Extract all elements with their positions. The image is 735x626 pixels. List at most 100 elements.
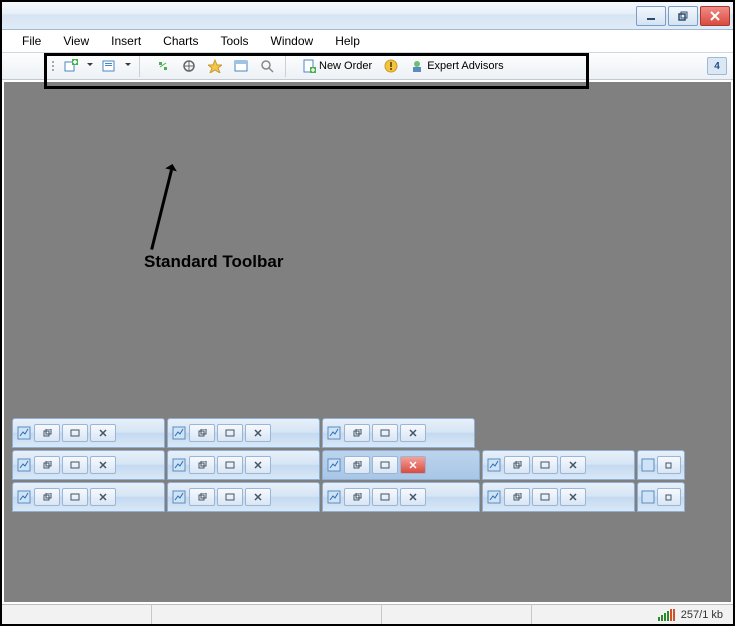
menu-tools[interactable]: Tools: [211, 31, 261, 51]
new-order-label: New Order: [319, 60, 372, 72]
market-watch-button[interactable]: [152, 55, 174, 77]
mdi-workspace: Standard Toolbar: [4, 82, 731, 602]
annotation-arrow: [150, 170, 173, 250]
chart-window[interactable]: [12, 450, 165, 480]
window-restore-icon[interactable]: [504, 488, 530, 506]
statusbar: 257/1 kb: [2, 604, 733, 624]
chart-icon: [171, 489, 187, 505]
profiles-dropdown[interactable]: [124, 63, 132, 69]
window-restore-icon[interactable]: [34, 456, 60, 474]
autotrading-button[interactable]: [380, 55, 402, 77]
chart-window[interactable]: [322, 418, 475, 448]
annotation-label: Standard Toolbar: [144, 252, 283, 272]
menu-file[interactable]: File: [12, 31, 53, 51]
window-close-icon[interactable]: [245, 488, 271, 506]
window-close-icon[interactable]: [560, 488, 586, 506]
chart-icon: [486, 489, 502, 505]
window-close-icon[interactable]: [90, 488, 116, 506]
chart-icon: [326, 457, 342, 473]
chart-window[interactable]: [167, 418, 320, 448]
new-chart-button[interactable]: [60, 55, 82, 77]
window-restore-icon[interactable]: [657, 456, 681, 474]
window-maximize-icon[interactable]: [217, 424, 243, 442]
window-restore-icon[interactable]: [189, 488, 215, 506]
expert-advisors-label: Expert Advisors: [427, 60, 503, 72]
chart-window[interactable]: [482, 450, 635, 480]
chart-icon: [486, 457, 502, 473]
window-close-icon[interactable]: [560, 456, 586, 474]
connection-bars-icon: [652, 609, 681, 621]
terminal-button[interactable]: [230, 55, 252, 77]
chart-window[interactable]: [167, 450, 320, 480]
window-close-icon[interactable]: [90, 456, 116, 474]
window-restore-icon[interactable]: [34, 488, 60, 506]
chart-window[interactable]: [482, 482, 635, 512]
chart-icon: [171, 457, 187, 473]
window-maximize-icon[interactable]: [62, 488, 88, 506]
window-maximize-icon[interactable]: [217, 488, 243, 506]
chart-window[interactable]: [12, 482, 165, 512]
notification-badge[interactable]: 4: [707, 57, 727, 75]
window-restore-icon[interactable]: [344, 424, 370, 442]
chart-icon: [171, 425, 187, 441]
chart-icon: [326, 425, 342, 441]
menu-view[interactable]: View: [53, 31, 101, 51]
chart-icon: [641, 457, 655, 473]
chart-window[interactable]: [167, 482, 320, 512]
window-restore-icon[interactable]: [34, 424, 60, 442]
window-restore-icon[interactable]: [344, 488, 370, 506]
status-cell: [152, 605, 382, 624]
data-window-button[interactable]: [178, 55, 200, 77]
chart-icon: [16, 425, 32, 441]
chart-icon: [16, 489, 32, 505]
chart-icon: [16, 457, 32, 473]
window-maximize-icon[interactable]: [372, 424, 398, 442]
window-maximize-icon[interactable]: [372, 456, 398, 474]
window-close-icon[interactable]: [90, 424, 116, 442]
chart-icon: [641, 489, 655, 505]
window-maximize-icon[interactable]: [62, 456, 88, 474]
window-restore-icon[interactable]: [504, 456, 530, 474]
window-close-icon[interactable]: [400, 424, 426, 442]
transfer-label: 257/1 kb: [681, 609, 733, 621]
window-restore-icon[interactable]: [657, 488, 681, 506]
window-close-icon[interactable]: [245, 456, 271, 474]
chart-window-partial[interactable]: [637, 482, 685, 512]
menu-charts[interactable]: Charts: [153, 31, 210, 51]
mdi-windows-area: [12, 418, 725, 512]
order-icon: [302, 59, 316, 73]
new-chart-dropdown[interactable]: [86, 63, 94, 69]
window-close-icon[interactable]: [400, 488, 426, 506]
window-maximize-icon[interactable]: [372, 488, 398, 506]
menu-window[interactable]: Window: [261, 31, 326, 51]
chart-window[interactable]: [12, 418, 165, 448]
window-restore-icon[interactable]: [344, 456, 370, 474]
navigator-button[interactable]: [204, 55, 226, 77]
profiles-button[interactable]: [98, 55, 120, 77]
menu-insert[interactable]: Insert: [101, 31, 153, 51]
restore-button[interactable]: [668, 6, 698, 26]
close-button[interactable]: [700, 6, 730, 26]
window-maximize-icon[interactable]: [532, 488, 558, 506]
toolbar-grip[interactable]: [50, 55, 56, 77]
window-restore-icon[interactable]: [189, 456, 215, 474]
chart-window-active[interactable]: [322, 450, 480, 480]
chart-window[interactable]: [322, 482, 480, 512]
strategy-tester-button[interactable]: [256, 55, 278, 77]
chart-icon: [326, 489, 342, 505]
titlebar: [2, 2, 733, 30]
status-cell: [382, 605, 532, 624]
new-order-button[interactable]: New Order: [298, 55, 376, 77]
menu-help[interactable]: Help: [325, 31, 372, 51]
window-close-icon[interactable]: [245, 424, 271, 442]
chart-window-partial[interactable]: [637, 450, 685, 480]
window-maximize-icon[interactable]: [62, 424, 88, 442]
standard-toolbar: New Order Expert Advisors 4: [2, 52, 733, 80]
window-maximize-icon[interactable]: [532, 456, 558, 474]
window-close-icon[interactable]: [400, 456, 426, 474]
window-maximize-icon[interactable]: [217, 456, 243, 474]
expert-advisors-button[interactable]: Expert Advisors: [406, 55, 507, 77]
window-restore-icon[interactable]: [189, 424, 215, 442]
expert-icon: [410, 59, 424, 73]
minimize-button[interactable]: [636, 6, 666, 26]
